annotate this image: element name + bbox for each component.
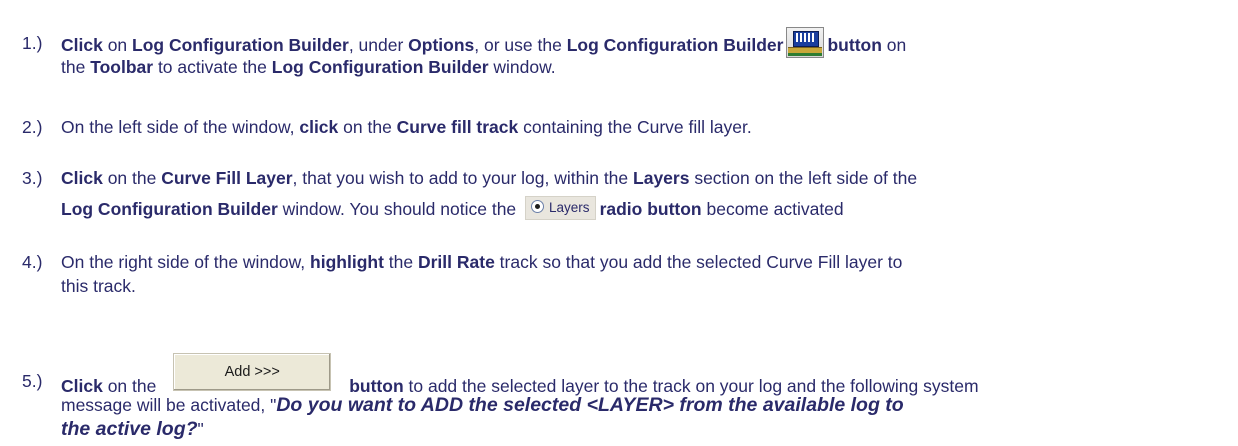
step-line: this track.	[61, 274, 1218, 298]
emphasis: Options	[408, 35, 475, 56]
log-configuration-builder-icon	[786, 27, 825, 58]
step-number: 2.)	[22, 117, 43, 137]
step-line: Click on the Add >>>button to add the se…	[61, 353, 1218, 396]
text: window.	[488, 57, 556, 77]
step-text: On the right side of the window, highlig…	[61, 250, 1218, 298]
emphasis: button	[827, 35, 882, 56]
step-number: 4.)	[22, 252, 43, 272]
text: to activate the	[153, 57, 272, 77]
emphasis: Layers	[633, 168, 690, 188]
emphasis: radio button	[599, 199, 702, 219]
text: the	[61, 57, 91, 77]
emphasis: highlight	[310, 252, 384, 272]
emphasis: Log Configuration Builder	[132, 35, 349, 56]
step-line: Click on Log Configuration Builder, unde…	[61, 27, 1218, 58]
emphasis: Curve Fill Layer	[161, 168, 293, 188]
step-line: On the right side of the window, highlig…	[61, 250, 1218, 274]
text: on	[102, 35, 133, 56]
step-text: Click on Log Configuration Builder, unde…	[61, 27, 1218, 79]
instruction-steps: 1.) Click on Log Configuration Builder, …	[0, 0, 1238, 446]
step-line: On the left side of the window, click on…	[61, 115, 1218, 139]
system-message: Do you want to ADD the selected <LAYER> …	[276, 394, 904, 416]
text: on the	[338, 117, 397, 137]
step-number: 5.)	[22, 371, 43, 391]
step-number: 1.)	[22, 33, 43, 53]
step-number: 3.)	[22, 168, 43, 188]
emphasis: Drill Rate	[417, 252, 495, 272]
step-text: On the left side of the window, click on…	[61, 115, 1218, 139]
step-line: Click on the Curve Fill Layer, that you …	[61, 166, 1218, 197]
radio-selected-icon	[531, 200, 545, 214]
emphasis: Click	[61, 35, 103, 56]
text: section on the left side of the	[689, 168, 918, 188]
text: window. You should notice the	[277, 199, 522, 219]
step-line: Log Configuration Builder window. You sh…	[61, 196, 1218, 221]
text: On the left side of the window,	[61, 117, 300, 137]
emphasis: click	[299, 117, 339, 137]
text: this track.	[61, 276, 136, 296]
step-text: Click on the Curve Fill Layer, that you …	[61, 166, 1218, 221]
emphasis: Log Configuration Builder	[61, 199, 278, 219]
step-line: the active log?"	[61, 417, 1218, 441]
text: , under	[348, 35, 409, 56]
text: on the	[102, 168, 162, 188]
text: message will be activated, "	[61, 395, 277, 415]
emphasis: Click	[61, 168, 103, 188]
text: containing the Curve fill layer.	[518, 117, 752, 137]
step-line: the Toolbar to activate the Log Configur…	[61, 55, 1218, 79]
text: , that you wish to add to your log, with…	[292, 168, 634, 188]
system-message: the active log?	[61, 418, 198, 440]
add-button: Add >>>	[173, 353, 332, 391]
text: the	[383, 252, 418, 272]
text: on	[881, 35, 907, 56]
step-line: message will be activated, "Do you want …	[61, 393, 1218, 417]
text: On the right side of the window,	[61, 252, 311, 272]
text: , or use the	[474, 35, 567, 56]
text: track so that you add the selected Curve…	[494, 252, 903, 272]
emphasis: Log Configuration Builder	[566, 35, 784, 56]
text: "	[197, 419, 204, 439]
emphasis: Log Configuration Builder	[271, 57, 489, 77]
text: become activated	[701, 199, 844, 219]
step-text: Click on the Add >>>button to add the se…	[61, 353, 1218, 441]
emphasis: Curve fill track	[396, 117, 519, 137]
radio-button-icon: Layers	[525, 196, 596, 221]
emphasis: Toolbar	[90, 57, 154, 77]
radio-label: Layers	[549, 200, 590, 216]
